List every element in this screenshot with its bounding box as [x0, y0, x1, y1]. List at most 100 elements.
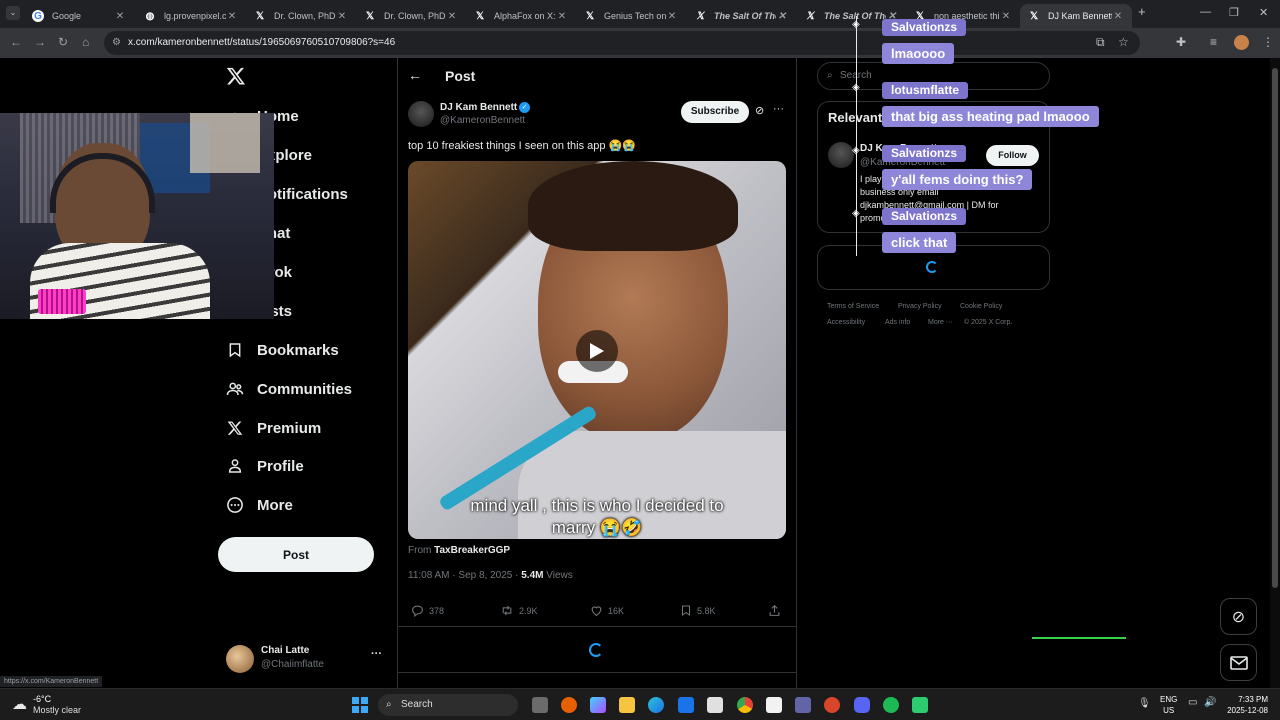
post-button[interactable]: Post: [218, 537, 374, 572]
extensions-icon[interactable]: ✚: [1176, 35, 1186, 49]
home-browser-icon[interactable]: ⌂: [82, 35, 89, 49]
discord-icon[interactable]: [854, 697, 870, 713]
messages-float-button[interactable]: [1220, 644, 1257, 681]
reading-list-icon[interactable]: ≡: [1210, 35, 1217, 49]
task-view-icon[interactable]: [532, 697, 548, 713]
chat-username: Salvationzs: [882, 145, 967, 162]
notepad-icon[interactable]: [766, 697, 782, 713]
more-dots-icon[interactable]: ···: [773, 103, 784, 115]
teams-icon[interactable]: [795, 697, 811, 713]
post-video[interactable]: mind yall , this is who I decided to mar…: [408, 161, 786, 539]
pink-light: [38, 289, 86, 314]
grok-float-button[interactable]: ⊘: [1220, 598, 1257, 635]
app-icon[interactable]: [824, 697, 840, 713]
chat-message: lmaoooo: [882, 43, 955, 64]
site-info-icon[interactable]: ⚙: [112, 31, 121, 55]
reload-icon[interactable]: ↻: [58, 35, 68, 49]
close-icon[interactable]: ✕: [1000, 11, 1012, 22]
tab-x-post[interactable]: 𝕏 AlphaFox on X: " ✕: [466, 4, 576, 28]
subscribe-button[interactable]: Subscribe: [681, 101, 749, 123]
close-icon[interactable]: ✕: [226, 11, 238, 22]
chrome-icon[interactable]: [737, 697, 753, 713]
avatar[interactable]: [828, 142, 854, 168]
like-button[interactable]: 16K: [590, 604, 624, 617]
play-button-icon[interactable]: [576, 330, 618, 372]
tab-x-post[interactable]: 𝕏Dr. Clown, PhD o✕: [356, 4, 466, 28]
close-window-button[interactable]: ✕: [1259, 6, 1268, 19]
tab-x-post[interactable]: 𝕏Dr. Clown, PhD o✕: [246, 4, 356, 28]
sidebar-item-more[interactable]: More: [226, 490, 293, 520]
google-icon: G: [32, 10, 44, 22]
maximize-button[interactable]: ❐: [1229, 6, 1239, 19]
account-switcher[interactable]: Chai Latte @Chaiimflatte ···: [226, 644, 386, 676]
volume-icon[interactable]: 🔊: [1204, 697, 1216, 708]
follow-button[interactable]: Follow: [986, 145, 1039, 166]
menu-icon[interactable]: ⋮: [1262, 35, 1274, 49]
copilot-icon[interactable]: [590, 697, 606, 713]
install-app-icon[interactable]: ⧉: [1096, 35, 1105, 50]
back-icon[interactable]: ←: [10, 35, 22, 49]
sidebar-item-bookmarks[interactable]: Bookmarks: [226, 335, 339, 365]
clock[interactable]: 7:33 PM 2025-12-08: [1222, 694, 1268, 716]
avatar[interactable]: [1234, 35, 1249, 50]
network-icon[interactable]: ▭: [1188, 697, 1197, 708]
footer-link[interactable]: Accessibility: [827, 319, 865, 326]
weather-icon[interactable]: ☁: [12, 695, 27, 713]
tab-search-icon[interactable]: ⌄: [6, 6, 20, 20]
edge-icon[interactable]: [648, 697, 664, 713]
close-icon[interactable]: ✕: [666, 11, 678, 22]
new-tab-button[interactable]: +: [1138, 4, 1146, 19]
close-icon[interactable]: ✕: [114, 11, 126, 22]
back-arrow-icon[interactable]: ←: [408, 67, 422, 83]
tab-x-post[interactable]: 𝕏 The Salt Of The ✕: [686, 4, 796, 28]
weather-desc[interactable]: Mostly clear: [33, 705, 81, 715]
tab-google[interactable]: G Google ✕: [24, 4, 134, 28]
close-icon[interactable]: ✕: [556, 11, 568, 22]
author-avatar[interactable]: [408, 101, 434, 127]
url-field[interactable]: ⚙ x.com/kameronbennett/status/19650697605…: [104, 31, 1140, 55]
firefox-icon[interactable]: [561, 697, 577, 713]
author-name[interactable]: DJ Kam Bennett: [440, 102, 517, 113]
store-icon[interactable]: [707, 697, 723, 713]
chat-username: Salvationzs: [882, 19, 967, 36]
taskbar-search[interactable]: ⌕ Search: [378, 694, 518, 716]
sidebar-item-communities[interactable]: Communities: [226, 374, 352, 404]
footer-link[interactable]: Terms of Service: [827, 303, 879, 310]
sidebar-item-premium[interactable]: Premium: [226, 413, 321, 443]
weather-temp[interactable]: -6°C: [33, 694, 51, 704]
x-logo-icon[interactable]: [226, 66, 246, 86]
footer-link[interactable]: More ···: [928, 319, 953, 326]
globe-icon: ◍: [145, 10, 155, 22]
app-icon[interactable]: [912, 697, 928, 713]
minimize-button[interactable]: —: [1200, 6, 1211, 18]
forward-icon[interactable]: →: [34, 35, 46, 49]
file-explorer-icon[interactable]: [619, 697, 635, 713]
grok-icon[interactable]: ⊘: [755, 104, 764, 117]
reply-button[interactable]: 378: [411, 604, 444, 617]
bookmark-star-icon[interactable]: ☆: [1118, 35, 1129, 49]
from-account-link[interactable]: TaxBreakerGGP: [434, 545, 510, 556]
spotify-icon[interactable]: [883, 697, 899, 713]
footer-link[interactable]: Ads info: [885, 319, 910, 326]
bookmark-button[interactable]: 5.8K: [680, 604, 716, 617]
sidebar-item-profile[interactable]: Profile: [226, 451, 304, 481]
repost-button[interactable]: 2.9K: [500, 604, 538, 617]
tab-provenpixel[interactable]: ◍ lg.provenpixel.co ✕: [136, 4, 246, 28]
paint-icon[interactable]: [678, 697, 694, 713]
scrollbar-thumb[interactable]: [1272, 68, 1278, 588]
scrollbar[interactable]: [1270, 58, 1280, 688]
share-button[interactable]: [768, 604, 786, 617]
start-button[interactable]: [352, 697, 368, 713]
close-icon[interactable]: ✕: [776, 11, 788, 22]
close-icon[interactable]: ✕: [336, 11, 348, 22]
footer-link[interactable]: Privacy Policy: [898, 303, 942, 310]
tab-x-post[interactable]: 𝕏Genius Tech on X✕: [576, 4, 686, 28]
author-handle[interactable]: @KameronBennett: [440, 115, 525, 126]
language-indicator[interactable]: ENG US: [1160, 694, 1177, 716]
microphone-icon[interactable]: 🎙: [1138, 698, 1151, 709]
close-icon[interactable]: ✕: [1112, 11, 1124, 22]
close-icon[interactable]: ✕: [446, 11, 458, 22]
footer-link[interactable]: Cookie Policy: [960, 303, 1002, 310]
more-dots-icon[interactable]: ···: [371, 648, 382, 660]
tab-dj-kam-bennett[interactable]: 𝕏DJ Kam Bennett o✕: [1020, 4, 1132, 28]
